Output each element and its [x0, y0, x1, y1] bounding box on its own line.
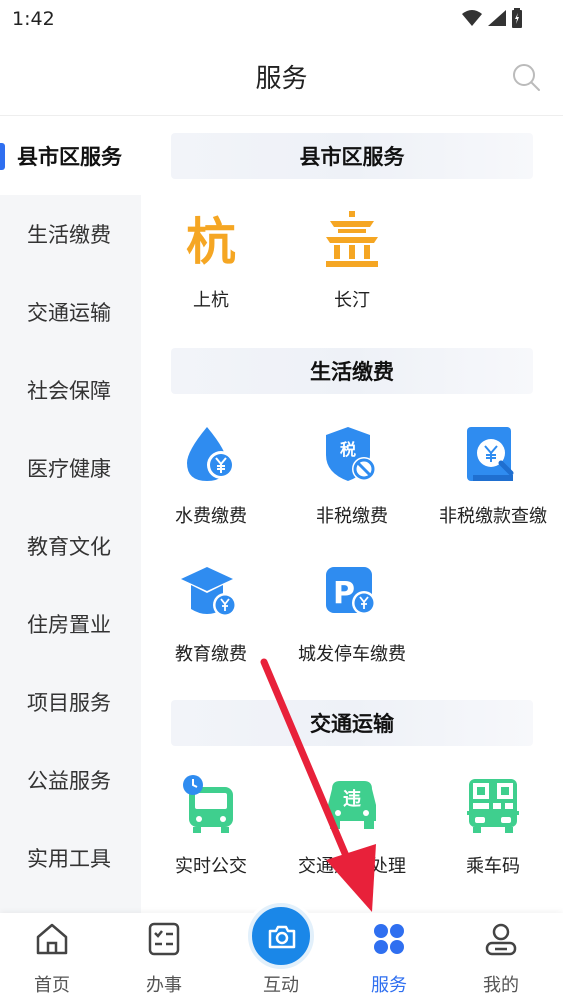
tile-label: 乘车码	[466, 856, 520, 877]
service-tile-non-tax-query[interactable]: 非税缴款查缴	[423, 425, 563, 545]
sidebar-item-label: 教育文化	[27, 535, 111, 559]
sidebar-item-label: 县市区服务	[17, 145, 122, 169]
sidebar-item-utility-tools[interactable]: 实用工具	[0, 819, 141, 897]
service-tile-changting[interactable]: 长汀	[282, 209, 422, 329]
sidebar-item-project-services[interactable]: 项目服务	[0, 663, 141, 741]
battery-icon	[512, 8, 522, 28]
section-title: 生活缴费	[310, 360, 394, 384]
section-header-county: 县市区服务	[171, 133, 533, 179]
header: 服务	[0, 38, 563, 116]
service-tile-realtime-bus[interactable]: 实时公交	[141, 775, 281, 895]
bus-clock-icon	[183, 775, 233, 833]
status-icons	[461, 8, 523, 28]
service-tile-water-fee[interactable]: 水费缴费	[141, 425, 281, 545]
document-search-icon	[467, 427, 514, 481]
sidebar-item-label: 公益服务	[27, 769, 111, 793]
svg-text:P: P	[333, 576, 355, 611]
section-header-living-payment: 生活缴费	[171, 348, 533, 394]
sidebar-item-social-security[interactable]: 社会保障	[0, 351, 141, 429]
tile-label: 长汀	[334, 290, 370, 311]
tile-label: 上杭	[193, 290, 229, 311]
service-content: 县市区服务 杭 上杭 长汀 生活缴费 水费缴费 税 非税缴费 非税缴款查缴 教育…	[141, 117, 563, 913]
hang-character-icon: 杭	[186, 213, 236, 269]
service-tile-parking-fee[interactable]: P 城发停车缴费	[282, 563, 422, 683]
sidebar-item-county-services[interactable]: 县市区服务	[0, 117, 141, 195]
service-tile-non-tax-payment[interactable]: 税 非税缴费	[282, 425, 422, 545]
nav-services[interactable]: 服务	[349, 913, 429, 1001]
sidebar-item-label: 医疗健康	[27, 457, 111, 481]
qr-bus-icon	[467, 779, 519, 833]
section-header-transportation: 交通运输	[171, 700, 533, 746]
nav-label: 办事	[146, 975, 182, 996]
pavilion-icon	[326, 211, 378, 267]
sidebar-item-education-culture[interactable]: 教育文化	[0, 507, 141, 585]
nav-affairs[interactable]: 办事	[124, 913, 204, 1001]
camera-icon	[268, 925, 296, 949]
service-tile-education-fee[interactable]: 教育缴费	[141, 563, 281, 683]
sidebar-item-label: 生活缴费	[27, 223, 111, 247]
sidebar-item-label: 项目服务	[27, 691, 111, 715]
tile-label: 交通违法处理	[298, 856, 406, 877]
service-tile-traffic-violation[interactable]: 违 交通违法处理	[282, 775, 422, 895]
tile-label: 非税缴款查缴	[439, 506, 547, 527]
nav-home[interactable]: 首页	[12, 913, 92, 1001]
tile-label: 实时公交	[175, 856, 247, 877]
nav-label: 互动	[263, 975, 299, 996]
sidebar-item-label: 社会保障	[27, 379, 111, 403]
page-title: 服务	[255, 64, 308, 94]
signal-icon	[488, 10, 506, 26]
service-tile-ride-code[interactable]: 乘车码	[423, 775, 563, 895]
sidebar-item-label: 住房置业	[27, 613, 111, 637]
service-tile-shanghang[interactable]: 杭 上杭	[141, 209, 281, 329]
car-violation-icon: 违	[328, 781, 376, 829]
section-title: 交通运输	[310, 712, 394, 736]
tile-label: 非税缴费	[316, 506, 388, 527]
sidebar-item-housing[interactable]: 住房置业	[0, 585, 141, 663]
status-bar: 1:42	[0, 0, 563, 38]
nav-mine[interactable]: 我的	[461, 913, 541, 1001]
section-title: 县市区服务	[299, 145, 405, 169]
clover-grid-icon	[374, 924, 404, 954]
status-time: 1:42	[12, 8, 55, 30]
sidebar-item-medical-health[interactable]: 医疗健康	[0, 429, 141, 507]
sidebar-item-transportation[interactable]: 交通运输	[0, 273, 141, 351]
checklist-icon	[148, 922, 180, 956]
nav-label: 首页	[34, 975, 70, 996]
graduation-cap-yen-icon	[181, 567, 237, 617]
tax-character: 税	[340, 440, 356, 459]
tile-label: 城发停车缴费	[298, 644, 406, 665]
violation-character: 违	[343, 788, 361, 810]
parking-yen-icon: P	[326, 567, 376, 615]
wifi-icon	[462, 10, 482, 26]
sidebar: 县市区服务 生活缴费 交通运输 社会保障 医疗健康 教育文化 住房置业 项目服务…	[0, 117, 141, 913]
hang-character: 杭	[186, 213, 236, 269]
tile-label: 水费缴费	[175, 506, 247, 527]
user-icon	[485, 923, 517, 956]
nav-label: 服务	[371, 975, 407, 996]
home-icon	[36, 923, 68, 955]
water-drop-yen-icon	[187, 427, 235, 481]
camera-button[interactable]	[248, 903, 314, 969]
search-icon[interactable]	[511, 62, 541, 92]
sidebar-item-label: 交通运输	[27, 301, 111, 325]
nav-label: 我的	[483, 975, 519, 996]
tax-shield-icon: 税	[326, 427, 376, 481]
sidebar-item-living-payment[interactable]: 生活缴费	[0, 195, 141, 273]
tile-label: 教育缴费	[175, 644, 247, 665]
sidebar-item-label: 实用工具	[27, 847, 111, 871]
sidebar-item-public-welfare[interactable]: 公益服务	[0, 741, 141, 819]
